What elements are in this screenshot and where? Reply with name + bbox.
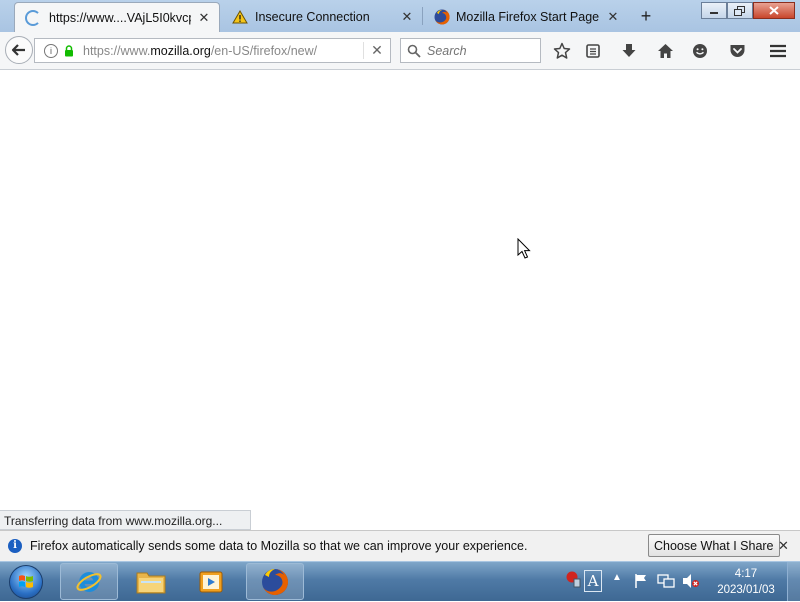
show-desktop-button[interactable] bbox=[787, 562, 800, 601]
network-icon[interactable] bbox=[657, 573, 675, 589]
search-bar[interactable] bbox=[400, 38, 541, 63]
tab-label: https://www....VAjL5I0kvcp bbox=[49, 10, 191, 25]
firefox-icon bbox=[434, 9, 450, 25]
downloads-button[interactable] bbox=[619, 41, 639, 61]
firefox-icon bbox=[262, 568, 288, 595]
start-button[interactable] bbox=[9, 565, 43, 599]
smiley-chat-icon bbox=[693, 44, 707, 58]
hamburger-menu-icon bbox=[770, 44, 786, 58]
taskbar-firefox[interactable] bbox=[246, 563, 304, 600]
hello-chat-button[interactable] bbox=[690, 41, 710, 61]
close-icon bbox=[769, 6, 779, 15]
url-path: /en-US/firefox/new/ bbox=[210, 43, 318, 58]
language-indicator[interactable]: A bbox=[584, 570, 602, 592]
clock-date: 2023/01/03 bbox=[717, 584, 775, 596]
url-text: https://www.mozilla.org/en-US/firefox/ne… bbox=[83, 44, 363, 58]
bookmarks-list-icon bbox=[586, 44, 600, 58]
tab-close-icon[interactable]: ✕ bbox=[197, 10, 211, 26]
page-content-area bbox=[0, 70, 800, 530]
url-host: mozilla.org bbox=[150, 43, 211, 58]
network-alert-icon[interactable] bbox=[565, 570, 581, 588]
tab-loading-page[interactable]: https://www....VAjL5I0kvcp ✕ bbox=[14, 2, 220, 32]
stop-loading-icon[interactable]: ✕ bbox=[363, 42, 390, 59]
mouse-cursor-icon bbox=[517, 238, 531, 259]
back-button[interactable] bbox=[5, 36, 33, 64]
home-icon bbox=[657, 44, 673, 58]
data-reporting-notification-bar: i Firefox automatically sends some data … bbox=[0, 530, 800, 561]
internet-explorer-icon bbox=[76, 571, 102, 592]
warning-icon bbox=[232, 10, 248, 24]
tab-insecure-connection[interactable]: Insecure Connection ✕ bbox=[222, 2, 422, 32]
taskbar-internet-explorer[interactable] bbox=[60, 563, 118, 600]
bookmarks-menu-button[interactable] bbox=[583, 41, 603, 61]
url-bar[interactable]: i https://www.mozilla.org/en-US/firefox/… bbox=[34, 38, 391, 63]
url-prefix: https://www. bbox=[83, 43, 151, 58]
search-icon bbox=[407, 44, 421, 58]
home-button[interactable] bbox=[655, 41, 675, 61]
restore-button[interactable] bbox=[727, 2, 753, 19]
loading-spinner-icon bbox=[25, 9, 41, 26]
search-input[interactable] bbox=[425, 42, 529, 59]
status-panel: Transferring data from www.mozilla.org..… bbox=[0, 510, 252, 530]
notification-message: Firefox automatically sends some data to… bbox=[30, 539, 528, 553]
new-tab-button[interactable]: + bbox=[636, 6, 656, 26]
info-icon: i bbox=[8, 539, 22, 553]
window-controls bbox=[701, 2, 795, 20]
media-player-icon bbox=[199, 571, 223, 592]
tab-label: Insecure Connection bbox=[255, 10, 370, 24]
action-center-flag-icon[interactable] bbox=[633, 573, 649, 589]
windows-logo-icon bbox=[19, 575, 33, 588]
file-explorer-icon bbox=[136, 572, 166, 593]
minimize-button[interactable] bbox=[701, 2, 727, 19]
system-clock[interactable]: 4:17 2023/01/03 bbox=[711, 566, 781, 598]
pocket-icon bbox=[730, 45, 744, 57]
star-icon bbox=[553, 42, 571, 59]
minimize-icon bbox=[710, 11, 718, 14]
pocket-button[interactable] bbox=[727, 41, 747, 61]
tab-label: Mozilla Firefox Start Page bbox=[456, 10, 600, 24]
choose-what-i-share-button[interactable]: Choose What I Share bbox=[648, 534, 780, 557]
navigation-toolbar: i https://www.mozilla.org/en-US/firefox/… bbox=[0, 32, 800, 70]
tab-firefox-start-page[interactable]: Mozilla Firefox Start Page ✕ bbox=[424, 2, 628, 32]
restore-icon bbox=[734, 5, 745, 16]
tab-strip: https://www....VAjL5I0kvcp ✕ Insecure Co… bbox=[0, 0, 800, 32]
lock-icon[interactable] bbox=[64, 44, 74, 57]
close-notification-icon[interactable]: ✕ bbox=[778, 538, 789, 554]
site-info-icon[interactable]: i bbox=[44, 43, 58, 58]
volume-muted-icon[interactable] bbox=[682, 573, 700, 589]
clock-time: 4:17 bbox=[734, 568, 758, 580]
back-arrow-icon bbox=[11, 44, 25, 56]
download-arrow-icon bbox=[622, 44, 636, 57]
taskbar-media-player[interactable] bbox=[182, 563, 240, 600]
tab-separator bbox=[422, 7, 423, 25]
tab-close-icon[interactable]: ✕ bbox=[606, 9, 620, 25]
open-menu-button[interactable] bbox=[768, 41, 788, 61]
bookmark-star-button[interactable] bbox=[552, 41, 572, 61]
close-window-button[interactable] bbox=[753, 2, 795, 19]
taskbar-file-explorer[interactable] bbox=[122, 563, 180, 600]
windows-taskbar: A ▲ 4:17 2023/01/03 bbox=[0, 561, 800, 601]
show-hidden-icons-arrow-icon[interactable]: ▲ bbox=[612, 572, 622, 583]
tab-close-icon[interactable]: ✕ bbox=[400, 9, 414, 25]
